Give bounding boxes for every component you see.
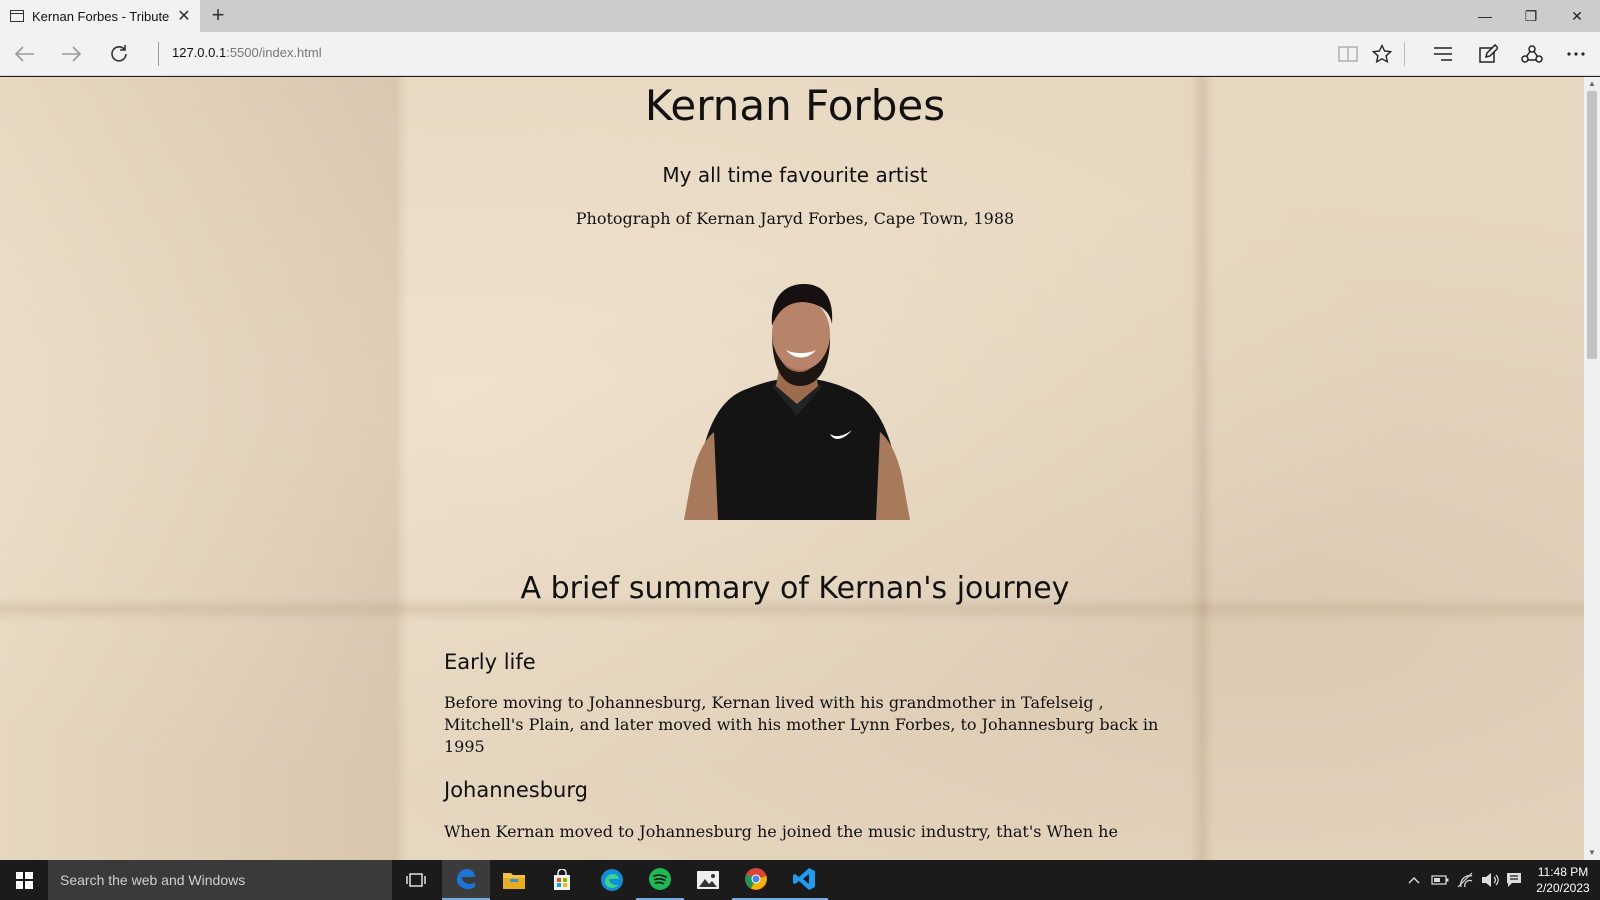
taskbar-edge-legacy[interactable]	[442, 860, 490, 900]
scroll-down-arrow-icon[interactable]: ▼	[1584, 846, 1600, 860]
back-button[interactable]	[2, 32, 48, 76]
chrome-icon	[745, 868, 767, 890]
tab-title: Kernan Forbes - Tribute	[32, 8, 170, 24]
pen-icon	[1479, 44, 1498, 63]
chevron-up-icon	[1408, 877, 1420, 884]
photos-icon	[697, 871, 719, 889]
refresh-icon	[111, 45, 127, 62]
show-hidden-icons-button[interactable]	[1404, 860, 1424, 900]
arrow-right-icon	[62, 46, 82, 62]
spotify-icon	[649, 868, 671, 890]
task-view-button[interactable]	[392, 860, 440, 900]
edge-legacy-icon	[457, 869, 475, 889]
windows-logo-icon	[15, 871, 33, 889]
page-title: Kernan Forbes	[644, 81, 946, 130]
taskbar-search-input[interactable]: Search the web and Windows	[48, 860, 392, 900]
vertical-scrollbar[interactable]: ▲ ▼	[1584, 77, 1600, 860]
page-icon	[10, 10, 24, 22]
browser-tab[interactable]: Kernan Forbes - Tribute ✕	[0, 0, 200, 32]
start-button[interactable]	[0, 860, 48, 900]
clock-date: 2/20/2023	[1536, 881, 1590, 895]
refresh-button[interactable]	[96, 32, 142, 76]
url-divider	[158, 42, 159, 66]
battery-icon	[1431, 875, 1449, 885]
url-host: 127.0.0.1	[172, 45, 227, 60]
arrow-left-icon	[14, 46, 34, 62]
restore-button[interactable]: ❐	[1508, 0, 1554, 32]
more-button[interactable]	[1554, 32, 1598, 76]
minimize-button[interactable]: —	[1462, 0, 1508, 32]
star-icon	[1372, 44, 1392, 64]
clock-time: 11:48 PM	[1537, 865, 1589, 879]
store-icon	[554, 869, 570, 890]
taskbar: Search the web and Windows 11:48 PM 2/20…	[0, 860, 1600, 900]
taskbar-clock[interactable]: 11:48 PM 2/20/2023	[1530, 864, 1596, 896]
vscode-icon	[793, 868, 815, 890]
web-note-button[interactable]	[1466, 32, 1510, 76]
address-field[interactable]: 127.0.0.1:5500/index.html	[172, 45, 322, 60]
network-tray[interactable]	[1454, 860, 1478, 900]
close-window-button[interactable]: ✕	[1554, 0, 1600, 32]
toolbar-separator	[1404, 42, 1405, 66]
task-view-icon	[406, 873, 426, 887]
book-icon	[1338, 46, 1358, 62]
page-viewport: Kernan Forbes My all time favourite arti…	[0, 77, 1584, 860]
volume-tray[interactable]	[1478, 860, 1502, 900]
edge-icon	[601, 869, 623, 891]
page-subtitle: My all time favourite artist	[662, 163, 928, 187]
new-tab-button[interactable]: +	[204, 0, 232, 32]
taskbar-vscode[interactable]	[780, 860, 828, 900]
taskbar-chrome[interactable]	[732, 860, 780, 900]
share-icon	[1521, 45, 1543, 63]
hub-button[interactable]	[1421, 32, 1465, 76]
image-caption: Photograph of Kernan Jaryd Forbes, Cape …	[575, 209, 1015, 228]
folder-icon	[503, 873, 525, 889]
taskbar-edge[interactable]	[588, 860, 636, 900]
address-toolbar: 127.0.0.1:5500/index.html	[0, 32, 1600, 76]
hub-icon	[1434, 47, 1452, 61]
share-button[interactable]	[1510, 32, 1554, 76]
summary-heading: A brief summary of Kernan's journey	[520, 571, 1070, 606]
taskbar-photos[interactable]	[684, 860, 732, 900]
section-heading-early-life: Early life	[444, 650, 536, 674]
taskbar-file-explorer[interactable]	[490, 860, 538, 900]
section-text-johannesburg: When Kernan moved to Johannesburg he joi…	[444, 822, 1118, 841]
close-tab-icon[interactable]: ✕	[172, 6, 196, 26]
action-center-button[interactable]	[1502, 860, 1526, 900]
scroll-up-arrow-icon[interactable]: ▲	[1584, 77, 1600, 91]
battery-tray[interactable]	[1428, 860, 1452, 900]
taskbar-store[interactable]	[538, 860, 586, 900]
wifi-icon	[1457, 872, 1473, 888]
forward-button[interactable]	[48, 32, 94, 76]
notification-icon	[1507, 873, 1521, 887]
section-text-early-life: Before moving to Johannesburg, Kernan li…	[444, 693, 1159, 756]
title-bar: Kernan Forbes - Tribute ✕ + — ❐ ✕	[0, 0, 1600, 32]
section-heading-johannesburg: Johannesburg	[444, 778, 588, 802]
favorite-button[interactable]	[1360, 32, 1404, 76]
url-path: :5500/index.html	[226, 45, 322, 60]
more-dots-icon	[1567, 52, 1585, 56]
scroll-thumb[interactable]	[1587, 91, 1597, 359]
speaker-icon	[1482, 873, 1499, 887]
portrait-image	[684, 284, 910, 520]
taskbar-spotify[interactable]	[636, 860, 684, 900]
